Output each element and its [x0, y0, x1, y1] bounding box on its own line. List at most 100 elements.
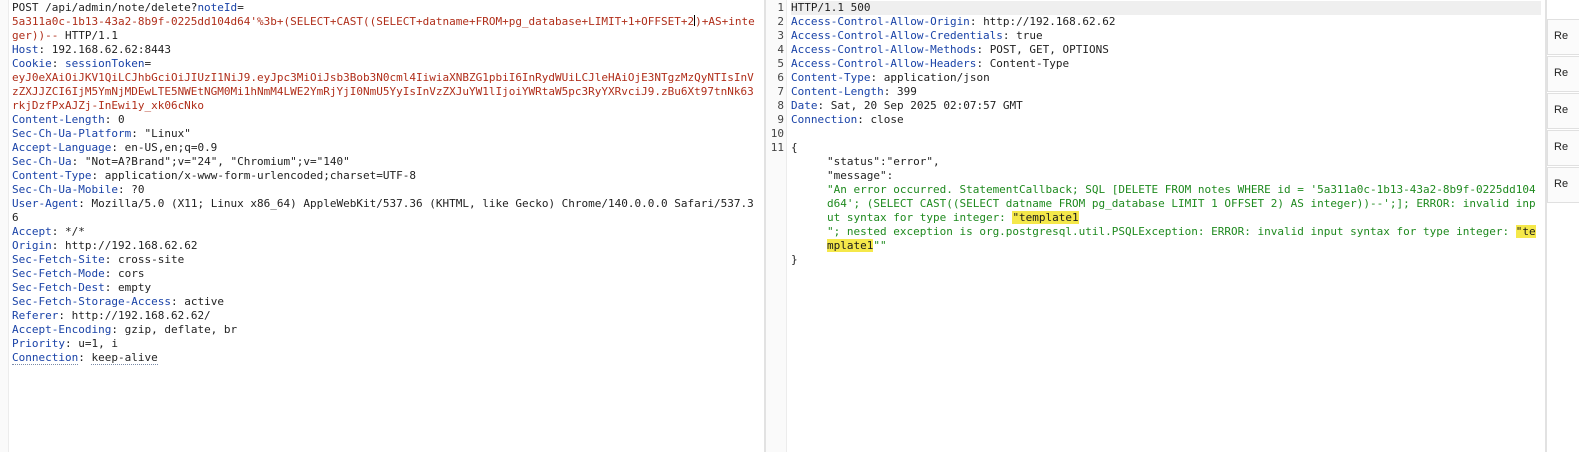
header-value: Content-Type: [989, 57, 1070, 70]
header-separator: :: [883, 85, 897, 98]
header-separator: :: [104, 267, 118, 280]
header-value: 192.168.62.62:8443: [51, 43, 171, 56]
header-name: Origin: [12, 239, 52, 252]
line-number: 9: [777, 113, 784, 126]
header-name: Accept: [12, 225, 52, 238]
header-name: Date: [791, 99, 818, 112]
header-name: Content-Length: [12, 113, 105, 126]
header-separator: :: [969, 15, 984, 28]
header-separator: :: [91, 169, 105, 182]
line-number: 11: [770, 141, 784, 154]
header-value: http://192.168.62.62/: [71, 309, 211, 322]
header-value: u=1, i: [78, 337, 118, 350]
line-number: 10: [770, 127, 784, 140]
header-separator: :: [857, 113, 871, 126]
request-header-line: Referer: http://192.168.62.62/: [12, 309, 760, 323]
request-editor[interactable]: POST /api/admin/note/delete?noteId= 5a311…: [0, 0, 764, 452]
response-header-line: 6 Content-Type: application/json: [777, 71, 1541, 85]
response-status: HTTP/1.1 500: [791, 1, 871, 14]
search-match-highlight: "template1: [1012, 211, 1079, 224]
header-value: 399: [896, 85, 917, 98]
header-value: "Linux": [144, 127, 191, 140]
param-equals: =: [237, 1, 244, 14]
request-line-gutter: [0, 0, 9, 452]
sidebar-tab[interactable]: Re: [1547, 56, 1579, 92]
header-value: empty: [117, 281, 152, 294]
header-separator: :: [131, 127, 145, 140]
line-number: 2: [777, 15, 784, 28]
header-separator: :: [117, 183, 132, 196]
header-value: keep-alive: [91, 351, 158, 365]
json-message-value: "An error occurred. StatementCallback; S…: [791, 183, 1541, 253]
sidebar-tab[interactable]: Re: [1547, 167, 1579, 203]
header-name: Content-Type: [791, 71, 871, 84]
sidebar-tab[interactable]: Re: [1547, 19, 1579, 55]
header-separator: :: [976, 57, 990, 70]
header-value: application/x-www-form-urlencoded;charse…: [104, 169, 416, 182]
request-header-line: Sec-Fetch-Site: cross-site: [12, 253, 760, 267]
header-value: gzip, deflate, br: [124, 323, 238, 336]
header-name: Referer: [12, 309, 59, 322]
line-number: 6: [777, 71, 784, 84]
header-name: Access-Control-Allow-Origin: [791, 15, 970, 28]
header-name: Sec-Fetch-Mode: [12, 267, 105, 280]
request-header-line: Cookie: sessionToken= eyJ0eXAiOiJKV1QiLCJ…: [12, 57, 760, 113]
request-header-line: Accept-Encoding: gzip, deflate, br: [12, 323, 760, 337]
header-separator: :: [38, 43, 52, 56]
header-name: Sec-Fetch-Storage-Access: [12, 295, 171, 308]
sidebar-tab[interactable]: Re: [1547, 93, 1579, 129]
header-separator: :: [111, 323, 125, 336]
error-message-part2: "; nested exception is org.postgresql.ut…: [827, 225, 1516, 238]
response-blank-line: 10: [771, 127, 1541, 141]
request-header-line: Sec-Ch-Ua: "Not=A?Brand";v="24", "Chromi…: [12, 155, 760, 169]
response-header-line: 2 Access-Control-Allow-Origin: http://192…: [777, 15, 1541, 29]
header-separator: :: [104, 253, 118, 266]
header-value: Sat, 20 Sep 2025 02:07:57 GMT: [830, 99, 1023, 112]
request-header-line: Content-Type: application/x-www-form-url…: [12, 169, 760, 183]
header-value: */*: [65, 225, 85, 238]
header-name: Priority: [12, 337, 65, 350]
header-value: Mozilla/5.0 (X11; Linux x86_64) AppleWeb…: [12, 197, 754, 224]
json-message-key: "message":: [827, 169, 894, 182]
header-value: POST, GET, OPTIONS: [989, 43, 1109, 56]
header-name: Sec-Ch-Ua-Platform: [12, 127, 132, 140]
json-status: "status":"error",: [827, 155, 940, 168]
request-line: POST /api/admin/note/delete?noteId= 5a311…: [12, 1, 760, 43]
request-param-name: noteId: [197, 1, 238, 14]
header-name: Access-Control-Allow-Methods: [791, 43, 977, 56]
sidebar-tab[interactable]: Re: [1547, 130, 1579, 166]
header-separator: :: [111, 141, 125, 154]
header-name: Host: [12, 43, 39, 56]
inspector-sidebar: Re Re Re Re Re: [1547, 0, 1579, 452]
header-name: Sec-Fetch-Dest: [12, 281, 105, 294]
header-name: Cookie: [12, 57, 52, 70]
response-body-close: }: [791, 253, 1541, 267]
request-header-line: Content-Length: 0: [12, 113, 760, 127]
header-value: cross-site: [117, 253, 185, 266]
header-name: Accept-Language: [12, 141, 112, 154]
header-name: Content-Length: [791, 85, 884, 98]
json-open-brace: {: [791, 141, 798, 154]
line-number: 7: [777, 85, 784, 98]
header-separator: :: [1002, 29, 1017, 42]
header-separator: :: [78, 197, 92, 210]
header-value: http://192.168.62.62: [65, 239, 198, 252]
header-separator: :: [78, 351, 92, 364]
header-value: 0: [117, 113, 125, 126]
response-text[interactable]: 1 HTTP/1.1 500 2 Access-Control-Allow-Orig…: [771, 1, 1541, 267]
json-message-key-line: "message":: [791, 169, 1541, 183]
header-separator: :: [817, 99, 831, 112]
request-text[interactable]: POST /api/admin/note/delete?noteId= 5a311…: [12, 1, 760, 365]
response-header-line: 5 Access-Control-Allow-Headers: Content-T…: [777, 57, 1541, 71]
line-number: 3: [777, 29, 784, 42]
header-name: Sec-Fetch-Site: [12, 253, 105, 266]
request-header-line: Sec-Ch-Ua-Mobile: ?0: [12, 183, 760, 197]
request-header-line: Sec-Ch-Ua-Platform: "Linux": [12, 127, 760, 141]
header-value: en-US,en;q=0.9: [124, 141, 218, 154]
header-separator: :: [58, 309, 72, 322]
line-number: 5: [777, 57, 784, 70]
header-name: Access-Control-Allow-Headers: [791, 57, 977, 70]
response-viewer[interactable]: 1 HTTP/1.1 500 2 Access-Control-Allow-Orig…: [766, 0, 1545, 452]
header-value: cors: [117, 267, 145, 280]
request-header-line: Origin: http://192.168.62.62: [12, 239, 760, 253]
